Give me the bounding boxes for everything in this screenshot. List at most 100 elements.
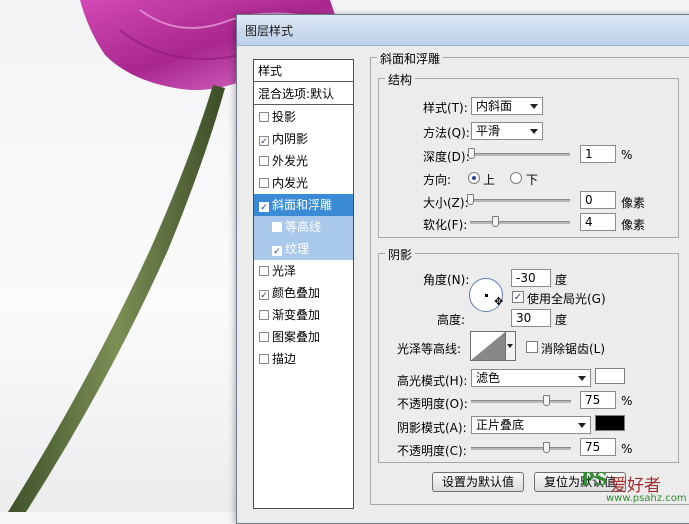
- slider-thumb[interactable]: [467, 194, 474, 205]
- style-item-label: 纹理: [285, 242, 310, 256]
- depth-input[interactable]: 1: [580, 145, 616, 163]
- depth-unit: %: [621, 148, 633, 162]
- angle-unit: 度: [555, 273, 568, 287]
- style-item[interactable]: ✓ 纹理: [254, 238, 353, 260]
- gloss-contour-dropdown[interactable]: [506, 331, 516, 361]
- style-checkbox[interactable]: ✓: [272, 246, 282, 257]
- slider-thumb[interactable]: [543, 442, 550, 453]
- technique-dropdown[interactable]: 平滑: [471, 122, 543, 140]
- style-item-label: 外发光: [272, 154, 309, 168]
- technique-label: 方法(Q):: [423, 126, 470, 140]
- style-item[interactable]: 投影: [254, 106, 353, 128]
- style-checkbox[interactable]: [272, 222, 282, 232]
- shadow-mode-value: 正片叠底: [476, 418, 525, 432]
- highlight-opacity-slider[interactable]: [471, 395, 571, 407]
- slider-track: [470, 221, 570, 224]
- highlight-mode-label: 高光模式(H):: [397, 374, 468, 388]
- style-item[interactable]: 外发光: [254, 150, 353, 172]
- highlight-mode-dropdown[interactable]: 滤色: [471, 369, 591, 387]
- angle-input[interactable]: -30: [511, 269, 551, 287]
- highlight-opacity-label: 不透明度(O):: [397, 397, 468, 411]
- shadow-mode-dropdown[interactable]: 正片叠底: [471, 416, 591, 434]
- direction-up-radio[interactable]: [468, 172, 480, 184]
- style-label: 样式(T):: [423, 101, 468, 115]
- depth-label: 深度(D):: [423, 150, 470, 164]
- shadow-opacity-unit: %: [621, 442, 633, 456]
- style-item[interactable]: 图案叠加: [254, 326, 353, 348]
- style-dropdown[interactable]: 内斜面: [471, 97, 543, 115]
- style-checkbox[interactable]: ✓: [259, 202, 269, 213]
- slider-track: [470, 199, 570, 202]
- style-checkbox[interactable]: ✓: [259, 136, 269, 147]
- style-item-label: 描边: [272, 352, 297, 366]
- size-input[interactable]: 0: [580, 191, 616, 209]
- bevel-emboss-title: 斜面和浮雕: [377, 50, 444, 67]
- dialog-title: 图层样式: [245, 24, 294, 38]
- style-item[interactable]: ✓ 内阴影: [254, 128, 353, 150]
- soften-input[interactable]: 4: [580, 213, 616, 231]
- shadow-opacity-input[interactable]: 75: [580, 438, 616, 456]
- make-default-button[interactable]: 设置为默认值: [432, 472, 524, 492]
- shadow-opacity-slider[interactable]: [471, 442, 571, 454]
- style-item[interactable]: ✓ 斜面和浮雕: [254, 194, 353, 216]
- style-item[interactable]: 等高线: [254, 216, 353, 238]
- size-label: 大小(Z):: [423, 196, 469, 210]
- title-bar[interactable]: 图层样式: [237, 15, 689, 46]
- angle-center-dot: [485, 294, 488, 297]
- slider-track: [471, 400, 571, 403]
- blend-options-item[interactable]: 混合选项:默认: [254, 83, 353, 105]
- style-item-label: 光泽: [272, 264, 297, 278]
- size-slider[interactable]: [467, 194, 570, 206]
- style-checkbox[interactable]: [259, 178, 269, 188]
- chevron-down-icon: [578, 376, 586, 381]
- layer-style-dialog: 图层样式 样式 混合选项:默认 投影 ✓ 内阴影 外发光 内发光 ✓ 斜面和浮雕 等高线 ✓ 纹理…: [236, 14, 689, 524]
- slider-thumb[interactable]: [492, 216, 499, 227]
- style-checkbox[interactable]: [259, 354, 269, 364]
- watermark-url: www.psahz.com: [606, 493, 687, 504]
- direction-down-radio[interactable]: [510, 172, 522, 184]
- style-item[interactable]: 内发光: [254, 172, 353, 194]
- structure-title: 结构: [385, 71, 416, 88]
- styles-header[interactable]: 样式: [254, 60, 353, 82]
- global-light-checkbox[interactable]: ✓: [512, 291, 524, 303]
- style-item[interactable]: 光泽: [254, 260, 353, 282]
- style-checkbox[interactable]: ✓: [259, 290, 269, 301]
- highlight-opacity-unit: %: [621, 394, 633, 408]
- slider-thumb[interactable]: [543, 395, 550, 406]
- highlight-color-swatch[interactable]: [595, 368, 625, 384]
- slider-track: [471, 447, 571, 450]
- anti-alias-checkbox[interactable]: [526, 341, 538, 353]
- shadow-opacity-label: 不透明度(C):: [397, 444, 467, 458]
- style-item[interactable]: 渐变叠加: [254, 304, 353, 326]
- style-checkbox[interactable]: [259, 332, 269, 342]
- gloss-contour-thumbnail[interactable]: [470, 331, 506, 361]
- technique-value: 平滑: [476, 124, 501, 138]
- blend-options-label: 混合选项:默认: [258, 87, 335, 101]
- style-item-label: 图案叠加: [272, 330, 321, 344]
- style-checkbox[interactable]: [259, 112, 269, 122]
- altitude-unit: 度: [555, 313, 568, 327]
- gloss-contour-label: 光泽等高线:: [397, 342, 462, 356]
- altitude-input[interactable]: 30: [511, 309, 551, 327]
- depth-slider[interactable]: [468, 148, 570, 160]
- soften-unit: 像素: [621, 218, 646, 232]
- contour-curve-icon: [471, 332, 505, 360]
- style-item[interactable]: ✓ 颜色叠加: [254, 282, 353, 304]
- altitude-label: 高度:: [437, 313, 466, 327]
- style-checkbox[interactable]: [259, 156, 269, 166]
- soften-slider[interactable]: [470, 216, 570, 228]
- style-item-label: 投影: [272, 110, 297, 124]
- global-light-label: 使用全局光(G): [527, 292, 606, 306]
- direction-up-label: 上: [483, 173, 496, 187]
- style-checkbox[interactable]: [259, 266, 269, 276]
- style-item-label: 内阴影: [272, 132, 309, 146]
- shadow-color-swatch[interactable]: [595, 415, 625, 431]
- style-item[interactable]: 描边: [254, 348, 353, 370]
- highlight-opacity-input[interactable]: 75: [580, 391, 616, 409]
- style-checkbox[interactable]: [259, 310, 269, 320]
- slider-thumb[interactable]: [468, 148, 475, 159]
- chevron-down-icon: [578, 423, 586, 428]
- direction-label: 方向:: [423, 173, 452, 187]
- styles-header-label: 样式: [258, 64, 283, 78]
- style-item-label: 内发光: [272, 176, 309, 190]
